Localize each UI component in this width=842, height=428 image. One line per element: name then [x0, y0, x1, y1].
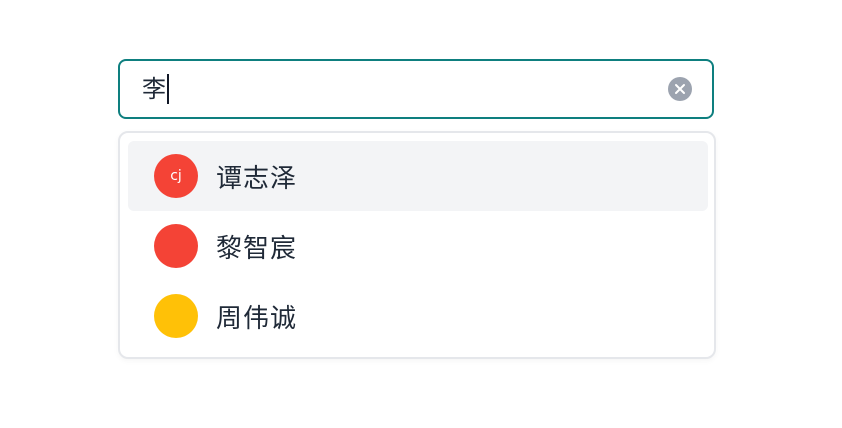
- search-query-text: 李: [142, 75, 166, 103]
- search-input-value: 李: [142, 74, 169, 104]
- suggestion-name: 谭志泽: [216, 163, 298, 194]
- page: 李 cj 谭志泽 黎智宸 周伟诚: [0, 0, 842, 428]
- suggestion-item[interactable]: 黎智宸: [128, 211, 708, 281]
- text-caret: [167, 74, 169, 104]
- close-icon: [675, 84, 685, 94]
- suggestion-item[interactable]: cj 谭志泽: [128, 141, 708, 211]
- clear-search-button[interactable]: [668, 77, 692, 101]
- avatar: [154, 294, 198, 338]
- avatar: cj: [154, 154, 198, 198]
- suggestion-name: 黎智宸: [216, 233, 298, 264]
- avatar-initials: cj: [170, 168, 182, 184]
- autocomplete-dropdown: cj 谭志泽 黎智宸 周伟诚: [118, 131, 716, 359]
- suggestion-item[interactable]: 周伟诚: [128, 281, 708, 351]
- search-input[interactable]: 李: [118, 59, 714, 119]
- avatar: [154, 224, 198, 268]
- suggestion-name: 周伟诚: [216, 303, 298, 334]
